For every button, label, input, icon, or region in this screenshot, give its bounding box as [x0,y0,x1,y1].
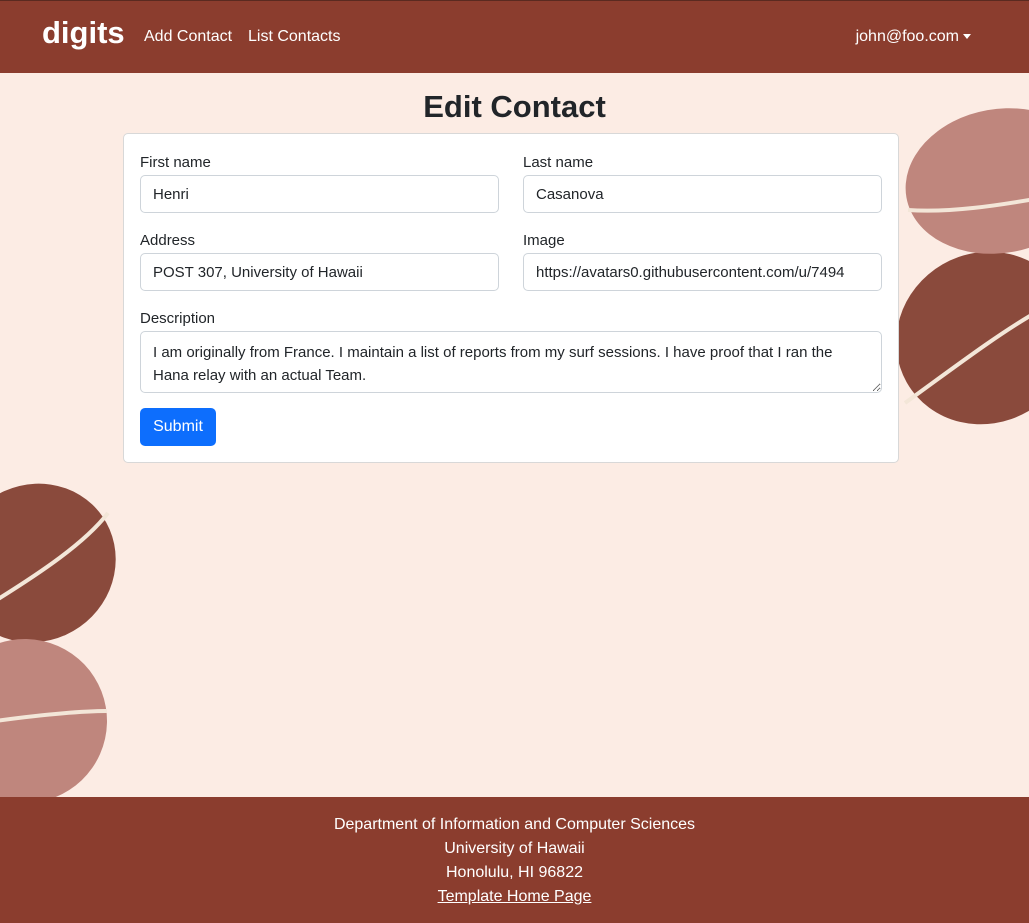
image-label: Image [523,232,565,249]
image-url-field[interactable] [523,253,882,291]
description-field[interactable]: I am originally from France. I maintain … [140,331,882,393]
first-name-field[interactable] [140,175,499,213]
footer: Department of Information and Computer S… [0,797,1029,923]
description-label: Description [140,310,216,327]
footer-department: Department of Information and Computer S… [333,816,696,833]
main-content: Edit Contact First name Last name Addres… [0,73,1029,797]
submit-button[interactable]: Submit [140,408,216,446]
page-title: Edit Contact [423,89,606,124]
edit-contact-form: First name Last name Address Image Descr… [123,133,899,463]
footer-address: Honolulu, HI 96822 [446,864,583,881]
template-home-link[interactable]: Template Home Page [438,888,592,905]
address-label: Address [140,232,196,249]
nav-add-contact[interactable]: Add Contact [144,28,232,46]
last-name-label: Last name [523,154,594,171]
footer-university: University of Hawaii [444,840,585,857]
navbar: digits Add Contact List Contacts john@fo… [0,0,1029,73]
brand-link[interactable]: digits [42,15,125,51]
address-field[interactable] [140,253,499,291]
user-email: john@foo.com [855,28,959,45]
footer-link-row: Template Home Page [0,888,1029,906]
user-dropdown[interactable]: john@foo.com [856,28,971,46]
coffee-bean-icon [0,639,108,797]
nav-list-contacts[interactable]: List Contacts [248,28,340,46]
last-name-field[interactable] [523,175,882,213]
chevron-down-icon [963,34,971,40]
first-name-label: First name [140,154,211,171]
